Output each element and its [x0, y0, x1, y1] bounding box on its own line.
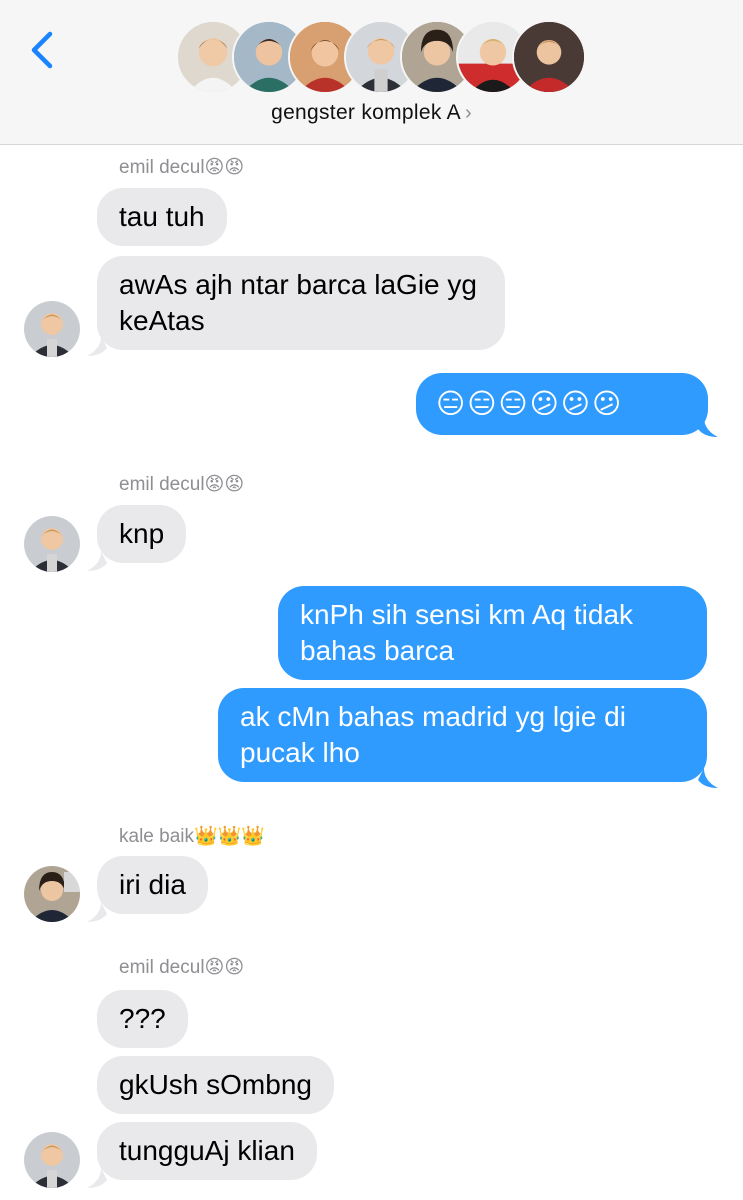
- incoming-message[interactable]: tau tuh: [97, 188, 227, 246]
- bubble-tail: [87, 551, 107, 571]
- back-button[interactable]: [26, 28, 62, 72]
- incoming-message[interactable]: knp: [97, 505, 187, 563]
- incoming-message[interactable]: gkUsh sOmbng: [97, 1056, 334, 1114]
- incoming-message[interactable]: awAs ajh ntar barca laGie yg keAtas: [97, 256, 505, 350]
- sender-name: emil decul😡😡: [119, 474, 245, 495]
- incoming-message[interactable]: iri dia: [97, 856, 208, 914]
- group-name: gengster komplek A: [271, 101, 461, 124]
- incoming-message[interactable]: ???: [97, 990, 188, 1048]
- bubble-tail: [87, 336, 107, 356]
- bubble-tail: [87, 902, 107, 922]
- avatar[interactable]: [24, 866, 80, 922]
- sender-name: emil decul😡😡: [119, 157, 245, 178]
- avatar[interactable]: [24, 1132, 80, 1188]
- bubble-tail: [698, 768, 718, 788]
- avatar: [512, 20, 586, 94]
- sender-name: emil decul😡😡: [119, 957, 245, 978]
- group-name-button[interactable]: gengster komplek A ›: [0, 101, 743, 125]
- outgoing-message[interactable]: knPh sih sensi km Aq tidak bahas barca: [278, 586, 707, 680]
- incoming-message[interactable]: tungguAj klian: [97, 1122, 317, 1180]
- sender-name: kale baik👑👑👑: [119, 826, 265, 847]
- bubble-tail: [698, 417, 718, 437]
- group-avatar-stack[interactable]: [176, 20, 586, 94]
- chevron-left-icon: [31, 31, 53, 69]
- avatar[interactable]: [24, 516, 80, 572]
- outgoing-message[interactable]: ak cMn bahas madrid yg lgie di pucak lho: [218, 688, 707, 782]
- bubble-tail: [87, 1168, 107, 1188]
- outgoing-message[interactable]: 😑😑😑😕😕😕: [416, 373, 708, 435]
- avatar[interactable]: [24, 301, 80, 357]
- conversation-header: gengster komplek A ›: [0, 0, 743, 145]
- chevron-right-icon: ›: [464, 102, 472, 124]
